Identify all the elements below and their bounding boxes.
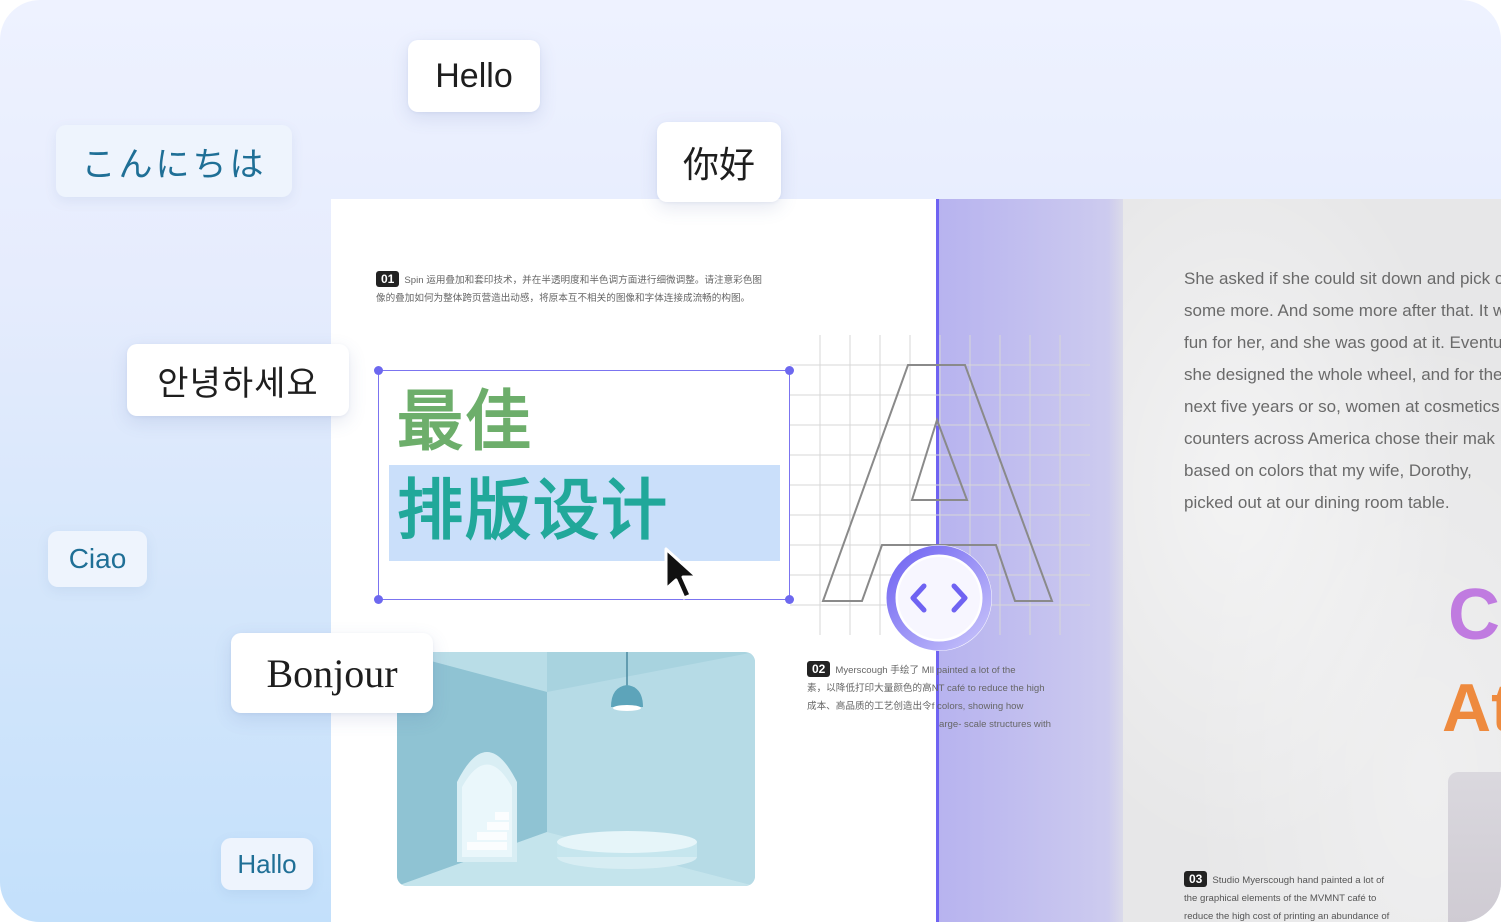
greeting-chip-french[interactable]: Bonjour bbox=[231, 633, 433, 713]
story-paragraph: She asked if she could sit down and pick… bbox=[1184, 263, 1501, 519]
note-text: Spin 运用叠加和套印技术，并在半透明度和半色调方面进行细微调整。请注意彩色图… bbox=[376, 275, 763, 304]
note-01: 01 Spin 运用叠加和套印技术，并在半透明度和半色调方面进行细微调整。请注意彩… bbox=[376, 271, 771, 308]
resize-handle-top-left[interactable] bbox=[374, 366, 383, 375]
compare-slider-icon[interactable] bbox=[884, 543, 994, 653]
note-text-overflow: f colors, showing how bbox=[931, 701, 1024, 712]
note-03: 03 Studio Myerscough hand painted a lot o… bbox=[1184, 871, 1409, 922]
greeting-chip-korean[interactable]: 안녕하세요 bbox=[127, 344, 349, 416]
image-thumbnail bbox=[1448, 772, 1501, 922]
editor-canvas: 01 Spin 运用叠加和套印技术，并在半透明度和半色调方面进行细微调整。请注意彩… bbox=[0, 0, 1501, 922]
note-text: 素，以降低打印大量颜色的高 bbox=[807, 683, 932, 694]
arrow-cursor-icon bbox=[664, 547, 699, 600]
greeting-chip-chinese[interactable]: 你好 bbox=[657, 122, 781, 202]
note-02: 02 Myerscough 手绘了 Mll painted a lot of th… bbox=[807, 661, 1062, 734]
story-line: picked out at our dining room table. bbox=[1184, 493, 1450, 512]
story-line: based on colors that my wife, Dorothy, bbox=[1184, 461, 1472, 480]
note-text: reduce the high cost of printing an abun… bbox=[1184, 911, 1390, 922]
heading-fragment-c: C bbox=[1448, 575, 1500, 655]
story-line: some more. And some more after that. It … bbox=[1184, 301, 1501, 320]
story-line: fun for her, and she was good at it. Eve… bbox=[1184, 333, 1501, 352]
note-text-overflow: ll painted a lot of the bbox=[929, 665, 1016, 676]
story-line: next five years or so, women at cosmetic… bbox=[1184, 397, 1500, 416]
note-text: Studio Myerscough hand painted a lot of bbox=[1212, 875, 1385, 886]
room-photo-image bbox=[397, 652, 755, 886]
note-number: 03 bbox=[1184, 871, 1208, 887]
note-text-overflow: NT café to reduce the high bbox=[931, 683, 1045, 694]
note-text: Myerscough 手绘了 M bbox=[835, 665, 930, 676]
note-text: the graphical elements of the MVMNT café… bbox=[1184, 893, 1377, 904]
note-number: 01 bbox=[376, 271, 400, 287]
story-line: counters across America chose their mak bbox=[1184, 429, 1495, 448]
greeting-chip-hello[interactable]: Hello bbox=[408, 40, 540, 112]
story-line: she designed the whole wheel, and for th… bbox=[1184, 365, 1501, 384]
story-line: She asked if she could sit down and pick… bbox=[1184, 269, 1501, 288]
resize-handle-bottom-left[interactable] bbox=[374, 595, 383, 604]
heading-fragment-at: At bbox=[1442, 670, 1501, 746]
note-text: 成本、高品质的工艺创造出令 bbox=[807, 701, 932, 712]
greeting-chip-german[interactable]: Hallo bbox=[221, 838, 313, 890]
note-text-overflow: arge- scale structures with bbox=[939, 719, 1051, 730]
greeting-chip-italian[interactable]: Ciao bbox=[48, 531, 147, 587]
greeting-chip-japanese[interactable]: こんにちは bbox=[56, 125, 292, 197]
note-number: 02 bbox=[807, 661, 831, 677]
selection-frame[interactable] bbox=[374, 366, 794, 604]
